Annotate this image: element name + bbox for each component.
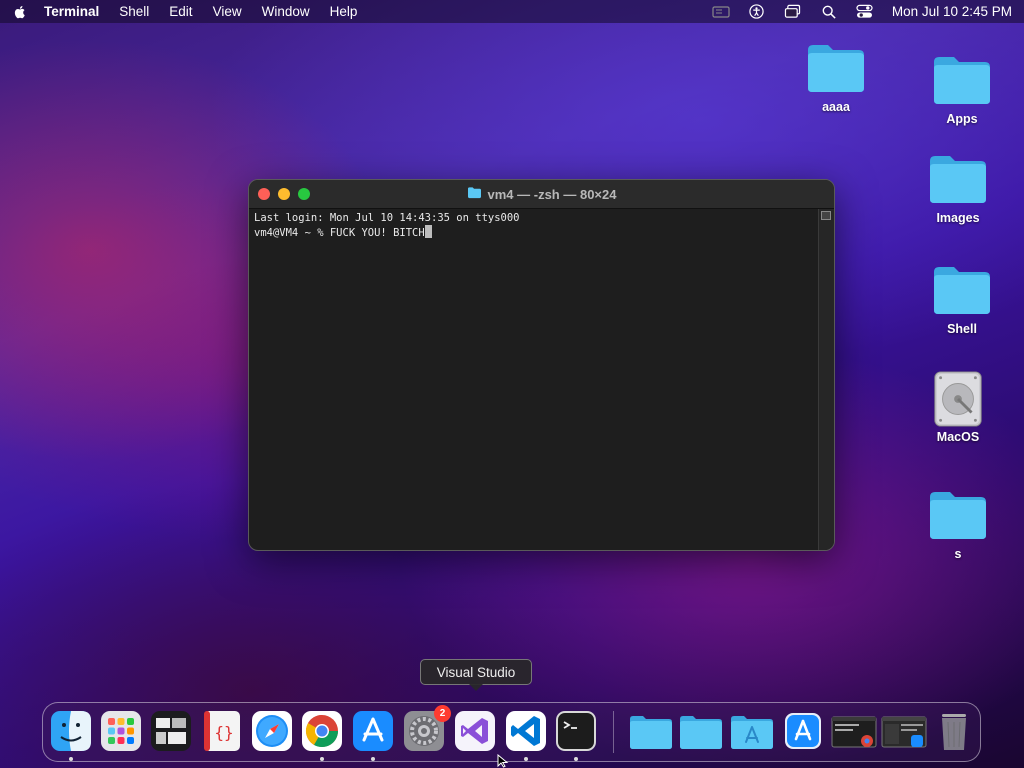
- desktop-icon-aaaa[interactable]: aaaa: [791, 40, 881, 114]
- desktop-icon-macos[interactable]: MacOS: [913, 370, 1003, 444]
- spotlight-search-icon[interactable]: [820, 4, 838, 20]
- screen-mirroring-icon[interactable]: [784, 4, 802, 20]
- terminal-line: Last login: Mon Jul 10 14:43:35 on ttys0…: [254, 212, 520, 224]
- desktop-icon-label: s: [954, 547, 962, 561]
- chrome-icon: [302, 711, 342, 751]
- dock-system-preferences[interactable]: 2: [403, 705, 451, 752]
- folder-icon: [630, 716, 672, 749]
- menu-extras: Mon Jul 10 2:45 PM: [712, 4, 1012, 20]
- terminal-prompt-line: vm4@VM4 ~ % FUCK YOU! BITCH: [254, 225, 813, 240]
- running-indicator: [69, 757, 73, 761]
- dock-applications-folder[interactable]: [729, 710, 775, 752]
- running-indicator: [320, 757, 324, 761]
- dock-window-thumbnail-2[interactable]: [881, 710, 927, 752]
- menu-bar: Terminal Shell Edit View Window Help Mon…: [0, 0, 1024, 23]
- dock-launchpad[interactable]: [100, 710, 142, 752]
- desktop-icon-label: Shell: [947, 322, 977, 336]
- terminal-icon: [556, 711, 596, 751]
- text-cursor: [424, 225, 432, 238]
- mouse-pointer-icon: [497, 754, 509, 768]
- dock-tooltip: Visual Studio: [420, 659, 532, 691]
- window-thumbnail-icon: [881, 716, 927, 748]
- desktop-icon-images[interactable]: Images: [913, 151, 1003, 225]
- desktop-icon-label: Apps: [946, 112, 978, 126]
- folder-icon: [926, 151, 990, 207]
- running-indicator: [371, 757, 375, 761]
- desktop-icon-label: aaaa: [822, 100, 850, 114]
- launchpad-icon: [101, 711, 141, 751]
- hard-drive-icon: [926, 370, 990, 427]
- terminal-scrollbar[interactable]: [818, 209, 834, 550]
- control-center-icon[interactable]: [856, 4, 874, 20]
- dock-folder-2[interactable]: [678, 710, 724, 752]
- dock-downloads-stack[interactable]: [782, 710, 824, 752]
- menu-window[interactable]: Window: [262, 4, 310, 19]
- desktop-icon-shell[interactable]: Shell: [917, 262, 1007, 336]
- menu-clock[interactable]: Mon Jul 10 2:45 PM: [892, 4, 1012, 19]
- desktop-icon-s[interactable]: s: [913, 487, 1003, 561]
- terminal-output[interactable]: Last login: Mon Jul 10 14:43:35 on ttys0…: [249, 209, 818, 550]
- vscode-icon: [506, 711, 546, 751]
- notification-badge: 2: [434, 705, 451, 722]
- folder-icon: [804, 40, 868, 96]
- terminal-title-text: vm4 — -zsh — 80×24: [487, 186, 617, 202]
- dock-separator: [613, 711, 614, 753]
- safari-icon: [252, 711, 292, 751]
- desktop-icon-label: Images: [936, 211, 980, 225]
- folder-icon: [467, 186, 482, 202]
- dock: {} 2: [42, 702, 981, 762]
- script-editor-icon: {}: [204, 711, 240, 751]
- scrollbar-thumb[interactable]: [821, 211, 831, 220]
- apple-menu-icon[interactable]: [12, 4, 28, 20]
- visual-studio-icon: [455, 711, 495, 751]
- running-indicator: [574, 757, 578, 761]
- dock-terminal[interactable]: [555, 710, 597, 761]
- menu-edit[interactable]: Edit: [169, 4, 192, 19]
- menu-view[interactable]: View: [213, 4, 242, 19]
- dock-chrome[interactable]: [301, 710, 343, 761]
- desktop-icon-label: MacOS: [936, 430, 980, 444]
- folder-icon: [926, 487, 990, 543]
- app-store-icon: [785, 713, 821, 749]
- accessibility-icon[interactable]: [748, 4, 766, 20]
- running-indicator: [524, 757, 528, 761]
- dock-finder[interactable]: [50, 710, 92, 761]
- folder-icon: [930, 262, 994, 318]
- menu-shell[interactable]: Shell: [119, 4, 149, 19]
- terminal-window[interactable]: vm4 — -zsh — 80×24 Last login: Mon Jul 1…: [248, 179, 835, 551]
- dock-visual-studio[interactable]: [454, 710, 496, 752]
- window-thumbnail-icon: [831, 716, 877, 748]
- dock-app-store[interactable]: [352, 710, 394, 761]
- input-source-icon[interactable]: [712, 4, 730, 20]
- dock-trash[interactable]: [933, 710, 975, 752]
- trash-icon: [942, 714, 966, 750]
- folder-icon: [680, 716, 722, 749]
- terminal-titlebar[interactable]: vm4 — -zsh — 80×24: [249, 180, 834, 209]
- dock-vscode[interactable]: [505, 710, 547, 761]
- app-store-icon: [353, 711, 393, 751]
- dock-mission-control[interactable]: [150, 710, 192, 752]
- menu-app-terminal[interactable]: Terminal: [44, 4, 99, 19]
- folder-icon: [930, 52, 994, 108]
- terminal-title: vm4 — -zsh — 80×24: [249, 180, 834, 208]
- mission-control-icon: [151, 711, 191, 751]
- dock-script-editor[interactable]: {}: [201, 710, 243, 752]
- terminal-line-text: vm4@VM4 ~ % FUCK YOU! BITCH: [254, 227, 425, 239]
- desktop-icon-apps[interactable]: Apps: [917, 52, 1007, 126]
- applications-folder-icon: [731, 716, 773, 749]
- dock-window-thumbnail-1[interactable]: [831, 710, 877, 752]
- finder-icon: [51, 711, 91, 751]
- dock-safari[interactable]: [251, 710, 293, 752]
- menu-help[interactable]: Help: [330, 4, 358, 19]
- svg-text:{}: {}: [214, 723, 233, 742]
- dock-folder-1[interactable]: [628, 710, 674, 752]
